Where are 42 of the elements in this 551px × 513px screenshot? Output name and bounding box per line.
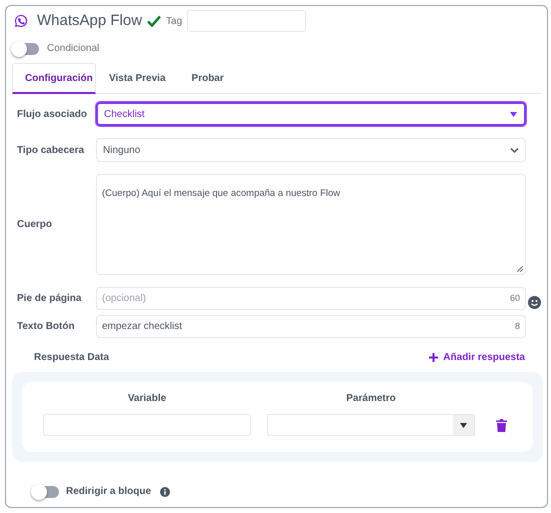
- field-value: Ninguno: [103, 144, 140, 158]
- column-header: Parámetro: [345, 392, 397, 406]
- check-icon: [147, 15, 162, 27]
- input-field[interactable]: empezar checklist 8: [96, 315, 526, 338]
- variable-input[interactable]: [43, 414, 251, 436]
- field-value: empezar checklist: [102, 320, 182, 334]
- field-label: Pie de página: [17, 292, 82, 306]
- column-header: Variable: [126, 392, 168, 406]
- field-value: Checklist: [104, 108, 145, 122]
- text-area[interactable]: (Cuerpo) Aquí el mensaje que acompaña a nuestro Flow: [96, 174, 526, 275]
- placeholder-text: (opcional): [102, 292, 146, 306]
- input-field[interactable]: (opcional) 60: [96, 287, 526, 310]
- tab[interactable]: Configuración: [12, 63, 96, 94]
- add-response-button[interactable]: Añadir respuesta: [429, 350, 525, 365]
- trash-icon[interactable]: [496, 418, 507, 432]
- character-counter: 60: [510, 292, 520, 305]
- field-value: (Cuerpo) Aquí el mensaje que acompaña a nuestro Flow: [102, 188, 340, 199]
- resize-handle-icon[interactable]: [517, 266, 523, 272]
- triangle-icon: [460, 422, 467, 428]
- smiley-icon[interactable]: [528, 296, 541, 309]
- window-title: WhatsApp Flow: [37, 10, 142, 31]
- tag-label: Tag: [166, 14, 182, 28]
- character-counter: 8: [514, 320, 520, 333]
- field-label: Tipo cabecera: [17, 144, 86, 158]
- toggle-switch[interactable]: [33, 486, 59, 498]
- field-label: Texto Botón: [17, 320, 76, 334]
- tab[interactable]: Probar: [178, 63, 237, 94]
- toggle-label: Redirigir a bloque: [66, 485, 152, 499]
- whatsapp-icon: [14, 14, 28, 28]
- tab[interactable]: Vista Previa: [96, 63, 179, 94]
- dropdown-field[interactable]: Checklist: [96, 102, 526, 126]
- plus-icon: [429, 353, 438, 362]
- field-label: Cuerpo: [17, 218, 53, 232]
- toggle-label: Condicional: [47, 42, 100, 56]
- chevron-down-icon: [510, 146, 519, 154]
- dropdown-field[interactable]: Ninguno: [96, 138, 526, 162]
- field-label: Flujo asociado: [17, 108, 88, 122]
- triangle-icon: [509, 110, 518, 118]
- tag-input[interactable]: [187, 10, 306, 32]
- section-title: Respuesta Data: [34, 351, 110, 365]
- toggle-switch[interactable]: [13, 42, 39, 54]
- info-icon[interactable]: [160, 486, 170, 496]
